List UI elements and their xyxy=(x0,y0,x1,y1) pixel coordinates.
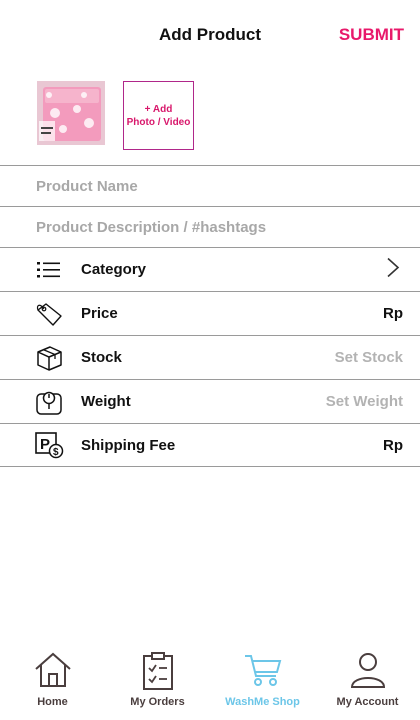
bottom-navigation: Home My Orders WashMe Shop My Account xyxy=(0,645,420,720)
nav-home-label: Home xyxy=(37,696,68,708)
nav-washme-shop[interactable]: WashMe Shop xyxy=(210,645,315,720)
submit-button[interactable]: SUBMIT xyxy=(339,25,404,45)
product-description-field[interactable]: Product Description / #hashtags xyxy=(0,206,420,247)
add-photo-label-line1: + Add xyxy=(144,103,173,115)
shipping-fee-row[interactable]: P $ Shipping Fee Rp xyxy=(0,423,420,467)
parking-dollar-icon: P $ xyxy=(34,430,64,460)
list-icon xyxy=(34,255,64,285)
stock-label: Stock xyxy=(81,349,122,366)
add-photo-video-button[interactable]: + Add Photo / Video xyxy=(123,81,194,150)
product-photo-thumbnail[interactable] xyxy=(37,81,105,145)
nav-my-orders-label: My Orders xyxy=(130,696,185,708)
category-label: Category xyxy=(81,261,147,278)
nav-my-account-label: My Account xyxy=(336,696,399,708)
weight-value: Set Weight xyxy=(325,393,403,410)
home-icon xyxy=(33,651,73,694)
price-value: Rp xyxy=(383,305,403,322)
shipping-fee-label: Shipping Fee xyxy=(81,436,176,454)
nav-my-orders[interactable]: My Orders xyxy=(105,645,210,720)
cart-icon xyxy=(243,651,283,694)
price-row[interactable]: Price Rp xyxy=(0,291,420,335)
price-tag-icon xyxy=(34,299,64,329)
svg-text:P: P xyxy=(40,436,50,453)
svg-text:$: $ xyxy=(53,447,59,458)
stock-row[interactable]: Stock Set Stock xyxy=(0,335,420,379)
nav-my-account[interactable]: My Account xyxy=(315,645,420,720)
price-label: Price xyxy=(81,305,118,322)
weight-scale-icon xyxy=(34,387,64,417)
category-row[interactable]: Category xyxy=(0,247,420,291)
product-name-field[interactable]: Product Name xyxy=(0,165,420,206)
weight-label: Weight xyxy=(81,393,131,410)
app-header: Add Product SUBMIT xyxy=(0,0,420,70)
media-row: + Add Photo / Video xyxy=(37,81,194,151)
shipping-fee-value: Rp xyxy=(383,436,403,454)
box-icon xyxy=(34,343,64,373)
chevron-right-icon xyxy=(386,256,400,283)
stock-value: Set Stock xyxy=(334,349,403,366)
clipboard-icon xyxy=(140,651,176,696)
nav-home[interactable]: Home xyxy=(0,645,105,720)
user-icon xyxy=(348,651,388,696)
weight-row[interactable]: Weight Set Weight xyxy=(0,379,420,423)
nav-washme-shop-label: WashMe Shop xyxy=(225,696,300,708)
product-photo-image xyxy=(37,81,105,145)
add-photo-label-line2: Photo / Video xyxy=(126,116,191,128)
product-form: Product Name Product Description / #hash… xyxy=(0,165,420,467)
